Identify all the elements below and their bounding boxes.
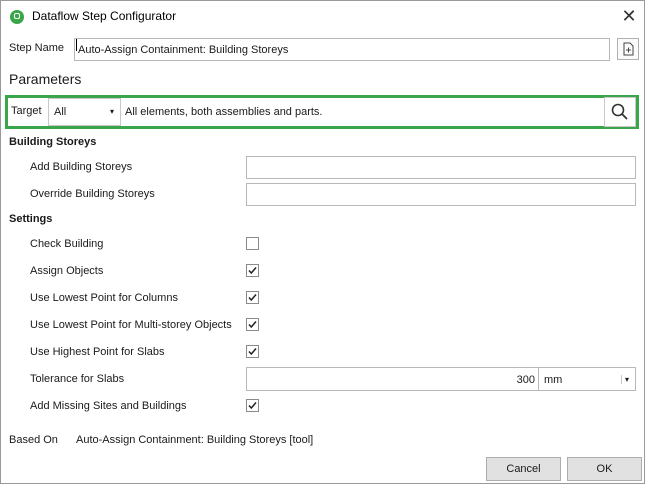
assign-objects-checkbox[interactable] [246,264,259,277]
highest-slabs-label: Use Highest Point for Slabs [30,346,165,358]
window-title: Dataflow Step Configurator [32,9,177,23]
override-storeys-label: Override Building Storeys [30,188,155,200]
target-label: Target [11,105,42,117]
lowest-columns-label: Use Lowest Point for Columns [30,292,178,304]
app-icon [10,10,24,24]
missing-sites-label: Add Missing Sites and Buildings [30,400,187,412]
search-button[interactable] [604,97,636,127]
target-dropdown[interactable]: All ▾ [48,98,121,126]
check-building-checkbox[interactable] [246,237,259,250]
target-bar: Target All ▾ All elements, both assembli… [5,95,639,129]
checkmark-icon [248,267,257,275]
based-on-label: Based On [9,434,58,446]
settings-heading: Settings [9,213,53,225]
search-icon [611,103,628,120]
tolerance-value: 300 [516,374,535,386]
new-document-icon [623,42,634,56]
based-on-value: Auto-Assign Containment: Building Storey… [76,434,314,446]
building-storeys-heading: Building Storeys [9,136,97,148]
dialog-window: Dataflow Step Configurator ✕ Step Name A… [0,0,645,484]
chevron-down-icon: ▾ [621,375,629,384]
override-storeys-input[interactable] [246,183,636,206]
unit-dropdown[interactable]: mm ▾ [538,367,636,391]
add-storeys-input[interactable] [246,156,636,179]
cancel-button[interactable]: Cancel [486,457,561,481]
step-name-value: Auto-Assign Containment: Building Storey… [78,44,289,56]
close-icon[interactable]: ✕ [619,6,639,26]
text-cursor [76,39,77,51]
checkmark-icon [248,294,257,302]
tolerance-label: Tolerance for Slabs [30,373,125,385]
step-name-input[interactable]: Auto-Assign Containment: Building Storey… [74,38,610,61]
ok-button[interactable]: OK [567,457,642,481]
unit-selected: mm [544,374,563,386]
target-description: All elements, both assemblies and parts. [125,106,323,118]
parameters-heading: Parameters [9,71,82,87]
add-storeys-label: Add Building Storeys [30,161,133,173]
step-name-label: Step Name [9,42,65,54]
lowest-multistorey-label: Use Lowest Point for Multi-storey Object… [30,319,232,331]
highest-slabs-checkbox[interactable] [246,345,259,358]
assign-objects-label: Assign Objects [30,265,104,277]
tolerance-input[interactable]: 300 [246,367,539,391]
title-bar: Dataflow Step Configurator ✕ [1,1,644,32]
chevron-down-icon: ▾ [110,107,115,116]
new-document-button[interactable] [617,38,639,60]
checkmark-icon [248,348,257,356]
checkmark-icon [248,321,257,329]
missing-sites-checkbox[interactable] [246,399,259,412]
lowest-columns-checkbox[interactable] [246,291,259,304]
target-selected: All [54,106,67,118]
lowest-multistorey-checkbox[interactable] [246,318,259,331]
check-building-label: Check Building [30,238,104,250]
checkmark-icon [248,402,257,410]
